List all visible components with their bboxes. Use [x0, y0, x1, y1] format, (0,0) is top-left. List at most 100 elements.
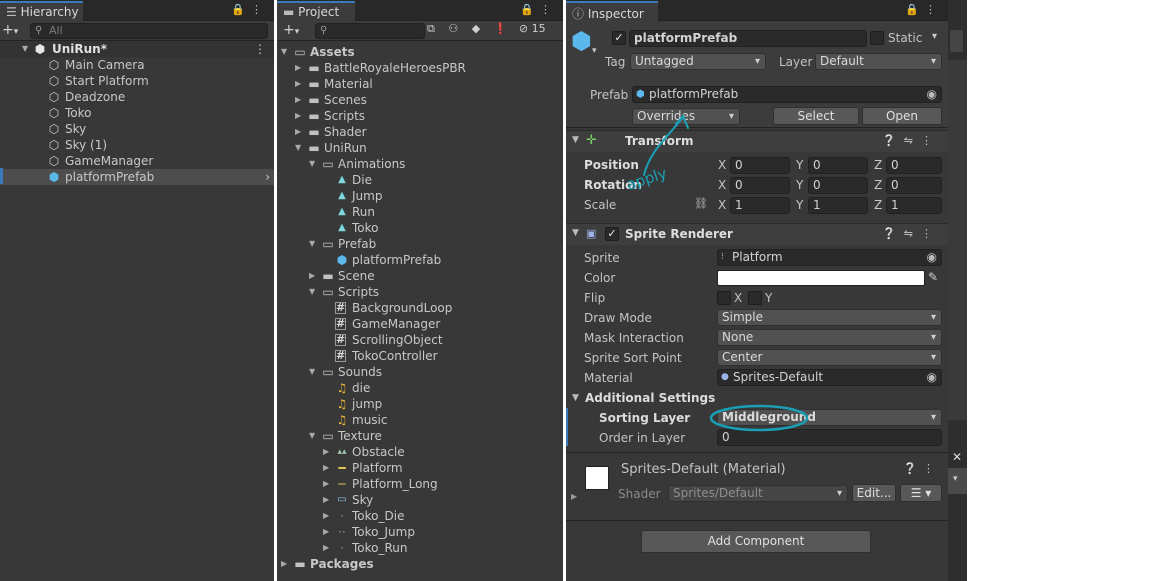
project-item[interactable]: ▲ Jump	[277, 188, 563, 204]
tag-icon[interactable]: ◆	[472, 22, 480, 35]
project-item[interactable]: ▶ ▬ BattleRoyaleHeroesPBR	[277, 60, 563, 76]
sprite-sort-point-dropdown[interactable]: Center	[717, 349, 942, 366]
hierarchy-item[interactable]: ⬡ Sky	[0, 121, 274, 137]
static-checkbox[interactable]	[870, 31, 884, 45]
help-icon[interactable]: ❔	[882, 227, 904, 240]
project-item[interactable]: # ScrollingObject	[277, 332, 563, 348]
sprite-renderer-enabled-checkbox[interactable]: ✓	[605, 227, 619, 241]
collapse-arrow-icon[interactable]: ▶	[295, 60, 305, 76]
collapse-arrow-icon[interactable]: ▶	[323, 508, 333, 524]
presets-icon[interactable]: ⇋	[904, 134, 921, 147]
project-item[interactable]: ♫ jump	[277, 396, 563, 412]
lock-icon[interactable]: 🔒	[231, 3, 251, 16]
tab-hierarchy[interactable]: ☰ Hierarchy	[0, 1, 83, 21]
project-item[interactable]: ▶ · Toko_Run	[277, 540, 563, 556]
hierarchy-search-input[interactable]: ⚲ All	[30, 23, 268, 39]
lock-icon[interactable]: 🔒	[520, 3, 540, 16]
axis-x-label[interactable]: X	[718, 198, 726, 212]
scale-y-field[interactable]: 1	[808, 197, 868, 214]
project-item[interactable]: ▶ ▬ Packages	[277, 556, 563, 572]
overrides-dropdown[interactable]: Overrides	[632, 108, 740, 125]
flip-y-checkbox[interactable]	[748, 291, 762, 305]
scene-row[interactable]: ▼ ⬢ UniRun* ⋮	[0, 41, 274, 57]
mask-interaction-dropdown[interactable]: None	[717, 329, 942, 346]
position-x-field[interactable]: 0	[730, 157, 790, 174]
axis-y-label[interactable]: Y	[796, 198, 803, 212]
static-dropdown-icon[interactable]: ▾	[932, 31, 937, 42]
lock-icon[interactable]: 🔒	[905, 3, 925, 16]
kebab-menu-icon[interactable]: ⋮	[925, 3, 942, 16]
position-y-field[interactable]: 0	[808, 157, 868, 174]
eyedropper-icon[interactable]: ✎	[928, 270, 938, 284]
create-plus-button[interactable]: +▾	[283, 22, 299, 38]
edit-shader-button[interactable]: Edit...	[852, 484, 896, 502]
tab-inspector[interactable]: ⓘ Inspector	[566, 1, 658, 21]
scale-z-field[interactable]: 1	[886, 197, 942, 214]
collapse-arrow-icon[interactable]: ▶	[323, 444, 333, 460]
project-item[interactable]: ▶ · Toko_Die	[277, 508, 563, 524]
project-item[interactable]: # TokoController	[277, 348, 563, 364]
inspector-tab-menu[interactable]: 🔒⋮	[905, 3, 942, 16]
material-field[interactable]: ● Sprites-Default ◉	[717, 369, 942, 386]
foldout-arrow-icon[interactable]: ▼	[572, 135, 579, 145]
open-button[interactable]: Open	[862, 107, 942, 125]
object-picker-icon[interactable]: ◉	[927, 250, 937, 265]
project-item[interactable]: ▲ Run	[277, 204, 563, 220]
hierarchy-item[interactable]: ⬡ Start Platform	[0, 73, 274, 89]
project-item[interactable]: ▶ ━ Platform	[277, 460, 563, 476]
project-item[interactable]: ▼ ▬ UniRun	[277, 140, 563, 156]
project-item[interactable]: ▶ ▬ Material	[277, 76, 563, 92]
search-by-type-icon[interactable]: ⧉	[427, 22, 435, 35]
project-item[interactable]: ▼ ▭ Animations	[277, 156, 563, 172]
axis-z-label[interactable]: Z	[874, 178, 882, 192]
project-tab-menu[interactable]: 🔒⋮	[520, 3, 557, 16]
expand-arrow-icon[interactable]: ▼	[309, 428, 319, 444]
sprite-field[interactable]: ⁝ Platform ◉	[717, 249, 942, 266]
hierarchy-item[interactable]: ⬡ Main Camera	[0, 57, 274, 73]
tab-project[interactable]: ▬ Project	[277, 1, 355, 21]
collapse-arrow-icon[interactable]: ▶	[281, 556, 291, 572]
project-item[interactable]: # GameManager	[277, 316, 563, 332]
active-checkbox[interactable]: ✓	[612, 31, 626, 45]
scale-x-field[interactable]: 1	[730, 197, 790, 214]
shader-options-button[interactable]: ☰ ▾	[900, 484, 942, 502]
chevron-right-icon[interactable]: ›	[265, 169, 270, 185]
object-picker-icon[interactable]: ◉	[927, 370, 937, 385]
project-item[interactable]: ▼ ▭ Assets	[277, 44, 563, 60]
additional-settings-label[interactable]: Additional Settings	[585, 391, 715, 405]
expand-arrow-icon[interactable]: ▼	[309, 236, 319, 252]
constrain-proportions-icon[interactable]: ⛓	[694, 197, 708, 210]
collapse-arrow-icon[interactable]: ▶	[295, 76, 305, 92]
project-item[interactable]: ▶ ▴▴ Obstacle	[277, 444, 563, 460]
draw-mode-dropdown[interactable]: Simple	[717, 309, 942, 326]
project-item[interactable]: ▼ ▭ Texture	[277, 428, 563, 444]
project-item[interactable]: ▲ Die	[277, 172, 563, 188]
select-button[interactable]: Select	[773, 107, 859, 125]
foldout-arrow-icon[interactable]: ▶	[571, 492, 577, 501]
expand-arrow-icon[interactable]: ▼	[309, 364, 319, 380]
project-item[interactable]: ♫ music	[277, 412, 563, 428]
foldout-arrow-icon[interactable]: ▼	[572, 393, 579, 403]
rotation-y-field[interactable]: 0	[808, 177, 868, 194]
project-item[interactable]: ▼ ▭ Prefab	[277, 236, 563, 252]
collapse-arrow-icon[interactable]: ▶	[323, 524, 333, 540]
collapse-arrow-icon[interactable]: ▶	[323, 460, 333, 476]
axis-x-label[interactable]: X	[718, 158, 726, 172]
presets-icon[interactable]: ⇋	[904, 227, 921, 240]
rotation-x-field[interactable]: 0	[730, 177, 790, 194]
add-component-button[interactable]: Add Component	[641, 530, 871, 553]
kebab-menu-icon[interactable]: ⋮	[923, 462, 940, 475]
help-icon[interactable]: ❔	[882, 134, 904, 147]
create-plus-button[interactable]: +▾	[2, 22, 18, 38]
collapse-arrow-icon[interactable]: ▶	[323, 476, 333, 492]
collapse-arrow-icon[interactable]: ▶	[323, 540, 333, 556]
axis-y-label[interactable]: Y	[796, 158, 803, 172]
project-item[interactable]: ▶ ·· Toko_Jump	[277, 524, 563, 540]
axis-z-label[interactable]: Z	[874, 158, 882, 172]
project-item[interactable]: ▶ ▬ Shader	[277, 124, 563, 140]
order-in-layer-field[interactable]: 0	[717, 429, 942, 446]
hierarchy-item[interactable]: ⬡ GameManager	[0, 153, 274, 169]
expand-arrow-icon[interactable]: ▼	[309, 284, 319, 300]
kebab-menu-icon[interactable]: ⋮	[921, 134, 940, 147]
expand-arrow-icon[interactable]: ▼	[281, 44, 291, 60]
